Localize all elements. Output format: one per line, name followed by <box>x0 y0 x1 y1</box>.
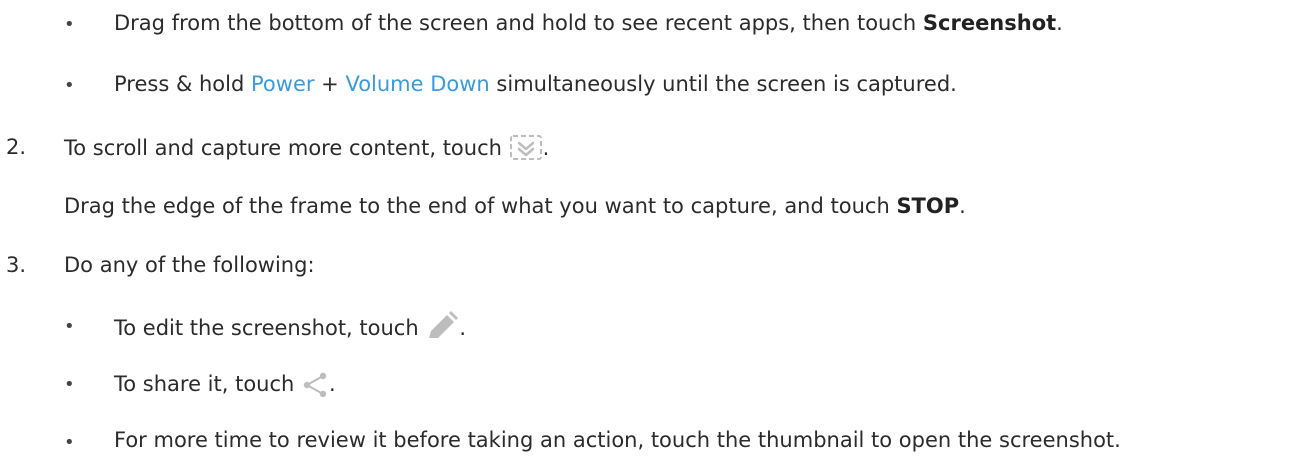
bullet-marker: • <box>64 14 75 35</box>
step1-bullet-hardware-keys: Press & hold Power + Volume Down simulta… <box>114 70 957 98</box>
step1-b2-plus: + <box>314 72 346 96</box>
power-link[interactable]: Power <box>251 72 315 96</box>
screenshot-label: Screenshot <box>922 11 1057 35</box>
step3-b2-period: . <box>329 372 336 396</box>
step1-b2-text-post: simultaneously until the screen is captu… <box>489 72 957 96</box>
step2-text: To scroll and capture more content, touc… <box>64 136 509 160</box>
step3-bullet-share: To share it, touch . <box>114 369 336 404</box>
step2-period: . <box>542 136 550 160</box>
step3-b1-period: . <box>459 316 467 340</box>
step2-drag-paragraph: Drag the edge of the frame to the end of… <box>64 192 966 220</box>
step2-para-text: Drag the edge of the frame to the end of… <box>64 194 897 218</box>
step1-b1-text: Drag from the bottom of the screen and h… <box>114 11 923 35</box>
step2-instruction: To scroll and capture more content, touc… <box>64 133 549 168</box>
step3-bullet-thumbnail: For more time to review it before taking… <box>114 428 1121 452</box>
step3-instruction: Do any of the following: <box>64 253 315 277</box>
step2-para-period: . <box>959 194 966 218</box>
bullet-marker: • <box>64 316 75 337</box>
step2-number: 2. <box>6 135 27 159</box>
step3-number: 3. <box>6 253 27 277</box>
step3-bullet-edit: To edit the screenshot, touch . <box>114 311 466 348</box>
volume-down-link[interactable]: Volume Down <box>345 72 489 96</box>
bullet-marker: • <box>64 432 75 453</box>
stop-label: STOP <box>896 194 960 218</box>
step1-b2-text-pre: Press & hold <box>114 72 251 96</box>
pencil-edit-icon <box>425 311 459 348</box>
step3-b2-text: To share it, touch <box>114 372 302 396</box>
step3-b1-text: To edit the screenshot, touch <box>114 316 426 340</box>
share-icon <box>301 369 329 404</box>
step1-bullet-recent-apps: Drag from the bottom of the screen and h… <box>114 9 1063 37</box>
bullet-marker: • <box>64 374 75 395</box>
bullet-marker: • <box>64 75 75 96</box>
step1-b1-period: . <box>1056 11 1063 35</box>
scroll-capture-icon <box>509 133 543 168</box>
